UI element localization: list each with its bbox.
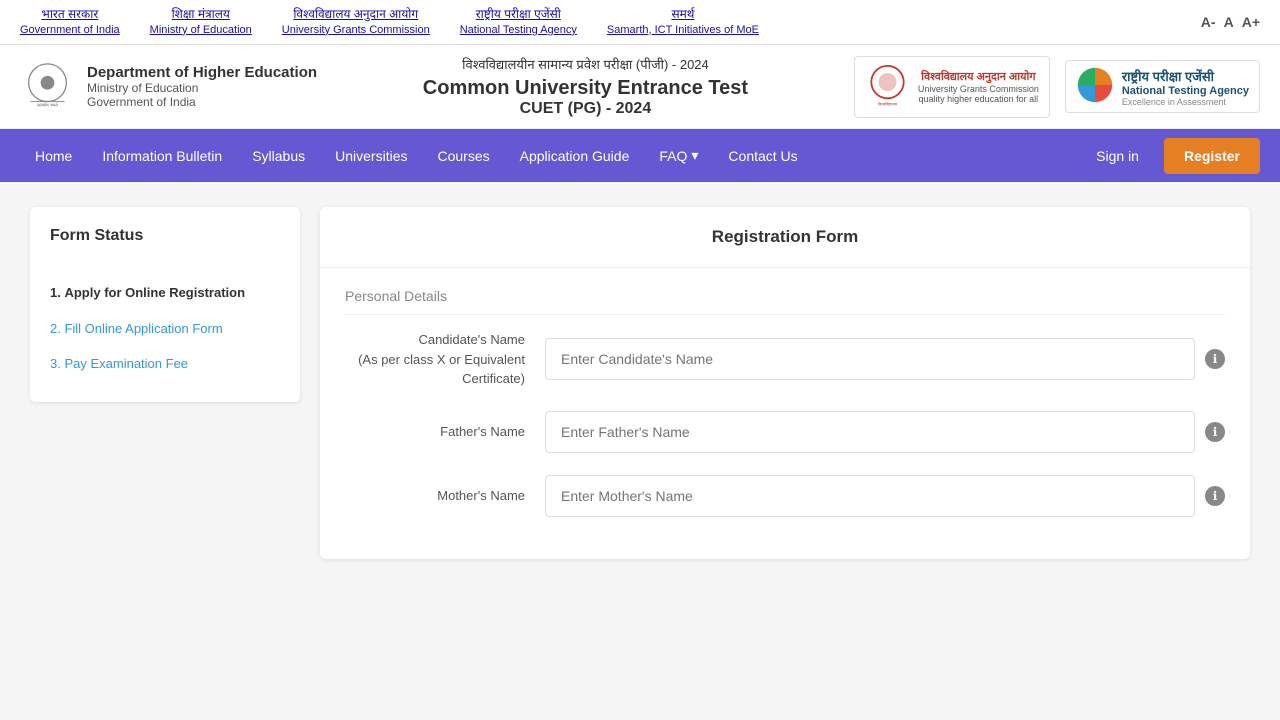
form-status-panel: Form Status 1. Apply for Online Registra… bbox=[30, 207, 300, 402]
signin-button[interactable]: Sign in bbox=[1081, 140, 1154, 172]
nav-item-courses[interactable]: Courses bbox=[422, 130, 504, 182]
mother-name-info-icon[interactable]: ℹ bbox=[1205, 486, 1225, 506]
nav-item-info-bulletin[interactable]: Information Bulletin bbox=[87, 130, 237, 182]
hindi-title: विश्वविद्यालयीन सामान्य प्रवेश परीक्षा (… bbox=[423, 55, 748, 73]
nta-tagline: Excellence in Assessment bbox=[1122, 97, 1249, 107]
father-name-info-icon[interactable]: ℹ bbox=[1205, 422, 1225, 442]
candidate-name-info-icon[interactable]: ℹ bbox=[1205, 349, 1225, 369]
registration-form-title: Registration Form bbox=[320, 207, 1250, 268]
nav-item-universities[interactable]: Universities bbox=[320, 130, 422, 182]
nta-english-name: National Testing Agency bbox=[1122, 85, 1249, 97]
faq-dropdown-icon: ▾ bbox=[691, 147, 698, 164]
top-bar-link-nta[interactable]: राष्ट्रीय परीक्षा एजेंसी National Testin… bbox=[460, 6, 577, 38]
mother-name-input-wrap: ℹ bbox=[545, 475, 1225, 517]
nta-logo: राष्ट्रीय परीक्षा एजेंसी National Testin… bbox=[1065, 60, 1260, 113]
ugc-tagline: quality higher education for all bbox=[918, 94, 1039, 104]
header-right: विश्वविद्यालय विश्वविद्यालय अनुदान आयोग … bbox=[854, 56, 1260, 118]
nav-item-home[interactable]: Home bbox=[20, 130, 87, 182]
nav-item-app-guide[interactable]: Application Guide bbox=[505, 130, 645, 182]
form-status-title: Form Status bbox=[50, 227, 280, 255]
ugc-emblem: विश्वविद्यालय bbox=[865, 62, 910, 112]
font-large-btn[interactable]: A+ bbox=[1242, 14, 1260, 30]
font-size-controls: A- A A+ bbox=[1201, 14, 1260, 30]
top-bar-link-govt-india[interactable]: भारत सरकार Government of India bbox=[20, 6, 120, 38]
svg-text:सत्यमेव जयते: सत्यमेव जयते bbox=[37, 102, 58, 107]
font-small-btn[interactable]: A- bbox=[1201, 14, 1216, 30]
nta-text-block: राष्ट्रीय परीक्षा एजेंसी National Testin… bbox=[1122, 67, 1249, 107]
nta-hindi-name: राष्ट्रीय परीक्षा एजेंसी bbox=[1122, 67, 1249, 85]
ugc-text-block: विश्वविद्यालय अनुदान आयोग University Gra… bbox=[918, 70, 1039, 104]
mother-name-label: Mother's Name bbox=[345, 486, 545, 506]
step2[interactable]: 2. Fill Online Application Form bbox=[50, 311, 280, 347]
top-bar-link-ugc[interactable]: विश्वविद्यालय अनुदान आयोग University Gra… bbox=[282, 6, 430, 38]
candidate-name-label: Candidate's Name (As per class X or Equi… bbox=[345, 330, 545, 389]
father-name-input-wrap: ℹ bbox=[545, 411, 1225, 453]
govt-emblem-logo: सत्यमेव जयते bbox=[20, 57, 75, 117]
header-dept-info: Department of Higher Education Ministry … bbox=[87, 64, 317, 109]
main-content: Form Status 1. Apply for Online Registra… bbox=[0, 182, 1280, 584]
mother-name-input[interactable] bbox=[545, 475, 1195, 517]
nav-item-faq[interactable]: FAQ ▾ bbox=[644, 129, 713, 182]
step3[interactable]: 3. Pay Examination Fee bbox=[50, 346, 280, 382]
dept-name: Department of Higher Education bbox=[87, 64, 317, 81]
nav-auth: Sign in Register bbox=[1081, 138, 1260, 174]
candidate-name-row: Candidate's Name (As per class X or Equi… bbox=[345, 330, 1225, 389]
top-bar-link-moe[interactable]: शिक्षा मंत्रालय Ministry of Education bbox=[150, 6, 252, 38]
font-normal-btn[interactable]: A bbox=[1224, 14, 1234, 30]
main-navbar: Home Information Bulletin Syllabus Unive… bbox=[0, 129, 1280, 182]
registration-form-body: Personal Details Candidate's Name (As pe… bbox=[320, 268, 1250, 559]
sub-title: CUET (PG) - 2024 bbox=[423, 100, 748, 118]
step1: 1. Apply for Online Registration bbox=[50, 275, 280, 311]
ministry-name: Ministry of Education bbox=[87, 81, 317, 95]
candidate-name-input[interactable] bbox=[545, 338, 1195, 380]
mother-name-row: Mother's Name ℹ bbox=[345, 475, 1225, 517]
nav-links: Home Information Bulletin Syllabus Unive… bbox=[20, 129, 813, 182]
top-bar: भारत सरकार Government of India शिक्षा मं… bbox=[0, 0, 1280, 45]
father-name-row: Father's Name ℹ bbox=[345, 411, 1225, 453]
ugc-logo: विश्वविद्यालय विश्वविद्यालय अनुदान आयोग … bbox=[854, 56, 1050, 118]
register-button[interactable]: Register bbox=[1164, 138, 1260, 174]
ugc-english-name: University Grants Commission bbox=[918, 84, 1039, 94]
nav-item-syllabus[interactable]: Syllabus bbox=[237, 130, 320, 182]
top-bar-links: भारत सरकार Government of India शिक्षा मं… bbox=[20, 6, 759, 38]
header-left: सत्यमेव जयते Department of Higher Educat… bbox=[20, 57, 317, 117]
top-bar-link-samarth[interactable]: समर्थ Samarth, ICT Initiatives of MoE bbox=[607, 6, 759, 38]
nav-item-contact-us[interactable]: Contact Us bbox=[713, 130, 812, 182]
registration-panel: Registration Form Personal Details Candi… bbox=[320, 207, 1250, 559]
father-name-label: Father's Name bbox=[345, 422, 545, 442]
main-title: Common University Entrance Test bbox=[423, 77, 748, 100]
nta-icon bbox=[1076, 66, 1114, 107]
ugc-hindi-name: विश्वविद्यालय अनुदान आयोग bbox=[918, 70, 1039, 84]
candidate-name-input-wrap: ℹ bbox=[545, 338, 1225, 380]
father-name-input[interactable] bbox=[545, 411, 1195, 453]
site-header: सत्यमेव जयते Department of Higher Educat… bbox=[0, 45, 1280, 129]
personal-details-section: Personal Details bbox=[345, 288, 1225, 315]
svg-text:विश्वविद्यालय: विश्वविद्यालय bbox=[878, 101, 898, 106]
header-center: विश्वविद्यालयीन सामान्य प्रवेश परीक्षा (… bbox=[423, 55, 748, 118]
govt-name: Government of India bbox=[87, 95, 317, 109]
status-steps: 1. Apply for Online Registration 2. Fill… bbox=[50, 275, 280, 382]
